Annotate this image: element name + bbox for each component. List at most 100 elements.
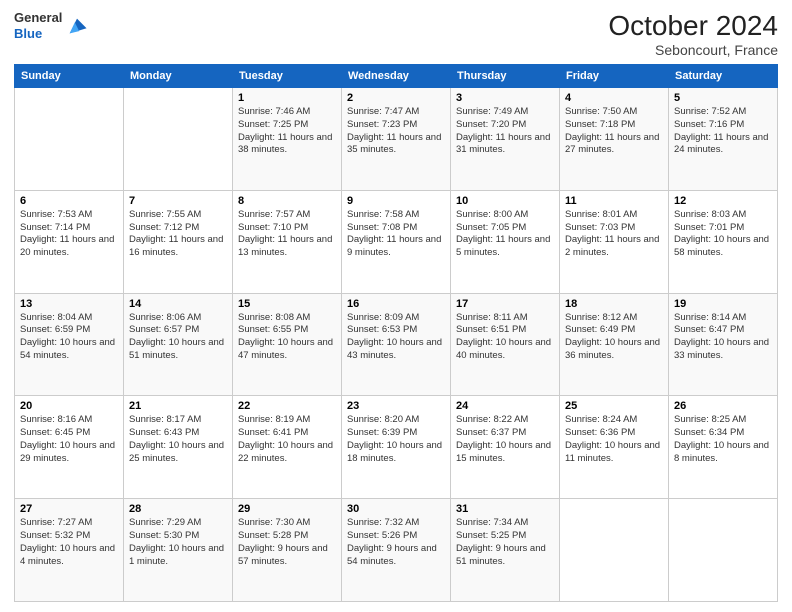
day-cell: 27 Sunrise: 7:27 AM Sunset: 5:32 PM Dayl…	[15, 499, 124, 602]
day-info: Sunrise: 7:58 AM Sunset: 7:08 PM Dayligh…	[347, 209, 445, 260]
sunset: Sunset: 6:51 PM	[456, 324, 526, 335]
sunset: Sunset: 6:37 PM	[456, 427, 526, 438]
day-info: Sunrise: 7:49 AM Sunset: 7:20 PM Dayligh…	[456, 106, 554, 157]
weekday-header-monday: Monday	[124, 65, 233, 88]
day-cell: 31 Sunrise: 7:34 AM Sunset: 5:25 PM Dayl…	[451, 499, 560, 602]
day-number: 28	[129, 503, 227, 515]
day-number: 24	[456, 400, 554, 412]
location: Seboncourt, France	[608, 42, 778, 58]
day-number: 27	[20, 503, 118, 515]
sunset: Sunset: 7:10 PM	[238, 222, 308, 233]
calendar-page: General Blue October 2024 Seboncourt, Fr…	[0, 0, 792, 612]
sunset: Sunset: 7:18 PM	[565, 119, 635, 130]
weekday-header-wednesday: Wednesday	[342, 65, 451, 88]
day-info: Sunrise: 8:20 AM Sunset: 6:39 PM Dayligh…	[347, 414, 445, 465]
day-number: 9	[347, 195, 445, 207]
day-number: 11	[565, 195, 663, 207]
sunset: Sunset: 7:01 PM	[674, 222, 744, 233]
sunrise: Sunrise: 8:01 AM	[565, 209, 637, 220]
sunset: Sunset: 7:12 PM	[129, 222, 199, 233]
sunrise: Sunrise: 8:12 AM	[565, 312, 637, 323]
sunrise: Sunrise: 8:09 AM	[347, 312, 419, 323]
sunset: Sunset: 6:55 PM	[238, 324, 308, 335]
sunrise: Sunrise: 8:00 AM	[456, 209, 528, 220]
sunset: Sunset: 7:23 PM	[347, 119, 417, 130]
sunset: Sunset: 7:16 PM	[674, 119, 744, 130]
sunrise: Sunrise: 7:34 AM	[456, 517, 528, 528]
daylight: Daylight: 9 hours and 57 minutes.	[238, 543, 328, 567]
day-cell	[124, 88, 233, 191]
day-cell: 11 Sunrise: 8:01 AM Sunset: 7:03 PM Dayl…	[560, 190, 669, 293]
day-info: Sunrise: 8:03 AM Sunset: 7:01 PM Dayligh…	[674, 209, 772, 260]
day-number: 29	[238, 503, 336, 515]
weekday-header-tuesday: Tuesday	[233, 65, 342, 88]
day-cell: 10 Sunrise: 8:00 AM Sunset: 7:05 PM Dayl…	[451, 190, 560, 293]
sunrise: Sunrise: 7:57 AM	[238, 209, 310, 220]
day-info: Sunrise: 8:00 AM Sunset: 7:05 PM Dayligh…	[456, 209, 554, 260]
day-number: 26	[674, 400, 772, 412]
daylight: Daylight: 11 hours and 24 minutes.	[674, 132, 768, 156]
sunrise: Sunrise: 7:58 AM	[347, 209, 419, 220]
day-cell: 15 Sunrise: 8:08 AM Sunset: 6:55 PM Dayl…	[233, 293, 342, 396]
day-info: Sunrise: 8:17 AM Sunset: 6:43 PM Dayligh…	[129, 414, 227, 465]
day-number: 23	[347, 400, 445, 412]
day-cell: 22 Sunrise: 8:19 AM Sunset: 6:41 PM Dayl…	[233, 396, 342, 499]
day-cell: 2 Sunrise: 7:47 AM Sunset: 7:23 PM Dayli…	[342, 88, 451, 191]
sunset: Sunset: 7:05 PM	[456, 222, 526, 233]
day-info: Sunrise: 7:34 AM Sunset: 5:25 PM Dayligh…	[456, 517, 554, 568]
day-cell: 29 Sunrise: 7:30 AM Sunset: 5:28 PM Dayl…	[233, 499, 342, 602]
day-number: 15	[238, 298, 336, 310]
day-number: 3	[456, 92, 554, 104]
sunrise: Sunrise: 8:03 AM	[674, 209, 746, 220]
day-info: Sunrise: 8:24 AM Sunset: 6:36 PM Dayligh…	[565, 414, 663, 465]
week-row-4: 20 Sunrise: 8:16 AM Sunset: 6:45 PM Dayl…	[15, 396, 778, 499]
daylight: Daylight: 10 hours and 54 minutes.	[20, 337, 115, 361]
week-row-5: 27 Sunrise: 7:27 AM Sunset: 5:32 PM Dayl…	[15, 499, 778, 602]
day-number: 20	[20, 400, 118, 412]
day-info: Sunrise: 7:32 AM Sunset: 5:26 PM Dayligh…	[347, 517, 445, 568]
daylight: Daylight: 10 hours and 11 minutes.	[565, 440, 660, 464]
sunset: Sunset: 6:36 PM	[565, 427, 635, 438]
sunrise: Sunrise: 7:29 AM	[129, 517, 201, 528]
day-info: Sunrise: 8:04 AM Sunset: 6:59 PM Dayligh…	[20, 312, 118, 363]
sunset: Sunset: 6:45 PM	[20, 427, 90, 438]
week-row-1: 1 Sunrise: 7:46 AM Sunset: 7:25 PM Dayli…	[15, 88, 778, 191]
day-info: Sunrise: 8:06 AM Sunset: 6:57 PM Dayligh…	[129, 312, 227, 363]
day-cell: 30 Sunrise: 7:32 AM Sunset: 5:26 PM Dayl…	[342, 499, 451, 602]
sunset: Sunset: 7:20 PM	[456, 119, 526, 130]
daylight: Daylight: 11 hours and 5 minutes.	[456, 234, 550, 258]
day-number: 4	[565, 92, 663, 104]
day-number: 17	[456, 298, 554, 310]
day-number: 2	[347, 92, 445, 104]
daylight: Daylight: 10 hours and 43 minutes.	[347, 337, 442, 361]
sunrise: Sunrise: 7:53 AM	[20, 209, 92, 220]
daylight: Daylight: 10 hours and 36 minutes.	[565, 337, 660, 361]
sunset: Sunset: 7:08 PM	[347, 222, 417, 233]
day-info: Sunrise: 8:12 AM Sunset: 6:49 PM Dayligh…	[565, 312, 663, 363]
logo-general: General	[14, 10, 62, 26]
logo-text: General Blue	[14, 10, 62, 41]
day-cell: 3 Sunrise: 7:49 AM Sunset: 7:20 PM Dayli…	[451, 88, 560, 191]
sunrise: Sunrise: 8:06 AM	[129, 312, 201, 323]
week-row-2: 6 Sunrise: 7:53 AM Sunset: 7:14 PM Dayli…	[15, 190, 778, 293]
sunrise: Sunrise: 7:32 AM	[347, 517, 419, 528]
weekday-header-row: SundayMondayTuesdayWednesdayThursdayFrid…	[15, 65, 778, 88]
weekday-header-sunday: Sunday	[15, 65, 124, 88]
day-cell: 28 Sunrise: 7:29 AM Sunset: 5:30 PM Dayl…	[124, 499, 233, 602]
day-number: 5	[674, 92, 772, 104]
day-info: Sunrise: 7:30 AM Sunset: 5:28 PM Dayligh…	[238, 517, 336, 568]
day-cell: 9 Sunrise: 7:58 AM Sunset: 7:08 PM Dayli…	[342, 190, 451, 293]
day-info: Sunrise: 8:22 AM Sunset: 6:37 PM Dayligh…	[456, 414, 554, 465]
sunrise: Sunrise: 8:04 AM	[20, 312, 92, 323]
daylight: Daylight: 10 hours and 15 minutes.	[456, 440, 551, 464]
sunrise: Sunrise: 7:47 AM	[347, 106, 419, 117]
day-info: Sunrise: 8:25 AM Sunset: 6:34 PM Dayligh…	[674, 414, 772, 465]
daylight: Daylight: 11 hours and 16 minutes.	[129, 234, 223, 258]
day-cell: 16 Sunrise: 8:09 AM Sunset: 6:53 PM Dayl…	[342, 293, 451, 396]
sunset: Sunset: 6:57 PM	[129, 324, 199, 335]
daylight: Daylight: 11 hours and 35 minutes.	[347, 132, 441, 156]
day-info: Sunrise: 8:01 AM Sunset: 7:03 PM Dayligh…	[565, 209, 663, 260]
daylight: Daylight: 11 hours and 13 minutes.	[238, 234, 332, 258]
week-row-3: 13 Sunrise: 8:04 AM Sunset: 6:59 PM Dayl…	[15, 293, 778, 396]
sunset: Sunset: 5:25 PM	[456, 530, 526, 541]
